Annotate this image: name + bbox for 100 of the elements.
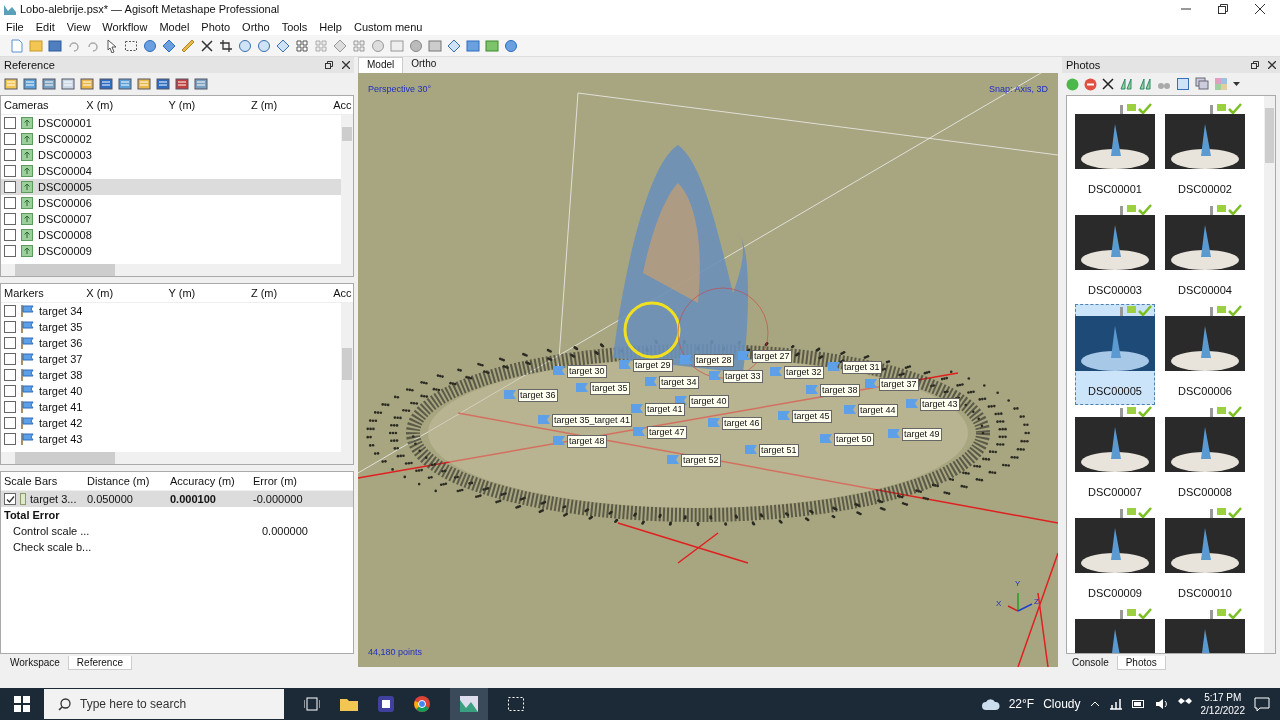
checkbox[interactable] xyxy=(4,133,16,145)
scrollbar-thumb[interactable] xyxy=(342,127,352,141)
marker-flag-icon[interactable] xyxy=(619,360,631,369)
sphere-icon[interactable] xyxy=(409,38,423,53)
column-header[interactable]: Distance (m) xyxy=(84,475,167,487)
windows-start-icon[interactable] xyxy=(14,696,30,712)
table-row[interactable]: target 38 xyxy=(1,367,341,383)
marker-flag-icon[interactable] xyxy=(778,411,790,420)
table-icon[interactable] xyxy=(61,77,75,91)
folder-icon[interactable] xyxy=(340,697,358,711)
column-header[interactable]: Markers xyxy=(1,287,84,299)
tab[interactable]: Console xyxy=(1064,656,1117,669)
checkbox[interactable] xyxy=(4,213,16,225)
speaker-icon[interactable] xyxy=(1154,698,1169,710)
close-icon[interactable] xyxy=(1268,61,1276,69)
network-icon[interactable] xyxy=(1108,698,1123,710)
menu-item[interactable]: Help xyxy=(319,20,342,33)
marker-flag-icon[interactable] xyxy=(576,383,588,392)
table-row[interactable]: target 43 xyxy=(1,431,341,447)
photo-tile[interactable]: DSC00006 xyxy=(1165,304,1245,405)
marker-flag-icon[interactable] xyxy=(631,404,643,413)
table-row[interactable]: DSC00004 xyxy=(1,163,341,179)
table-row[interactable]: DSC00006 xyxy=(1,195,341,211)
table-row[interactable]: DSC00005 xyxy=(1,179,341,195)
snipping-icon[interactable] xyxy=(508,697,524,711)
marker-flag-icon[interactable] xyxy=(820,434,832,443)
table-icon[interactable] xyxy=(156,77,170,91)
tab[interactable]: Model xyxy=(358,57,404,73)
marker-flag-icon[interactable] xyxy=(667,455,679,464)
marker-flag-icon[interactable] xyxy=(553,366,565,375)
menu-item[interactable]: Photo xyxy=(201,20,231,33)
checkbox[interactable] xyxy=(4,401,16,413)
marker-flag-icon[interactable] xyxy=(865,379,877,388)
selection-icon[interactable] xyxy=(124,38,138,53)
tab[interactable]: Ortho xyxy=(403,57,445,73)
table-row[interactable]: DSC00008 xyxy=(1,227,341,243)
menu-item[interactable]: File xyxy=(6,20,24,33)
zoom-in-icon[interactable] xyxy=(238,38,252,53)
table-icon[interactable] xyxy=(175,77,189,91)
table-icon[interactable] xyxy=(118,77,132,91)
marker-flag-icon[interactable] xyxy=(770,367,782,376)
checkbox[interactable] xyxy=(4,337,16,349)
checkbox[interactable] xyxy=(4,117,16,129)
photo-tile[interactable]: DSC00005 xyxy=(1075,304,1155,405)
windows-icon[interactable] xyxy=(1195,77,1209,91)
table-row[interactable]: target 40 xyxy=(1,383,341,399)
check-circle-icon[interactable] xyxy=(1066,77,1079,91)
marker-flag-icon[interactable] xyxy=(538,415,550,424)
column-header[interactable]: Acc xyxy=(330,99,353,111)
marker-flag-icon[interactable] xyxy=(888,429,900,438)
table-row[interactable]: DSC00003 xyxy=(1,147,341,163)
column-header[interactable]: Y (m) xyxy=(165,287,248,299)
table-row[interactable]: DSC00007 xyxy=(1,211,341,227)
table-row[interactable]: target 36 xyxy=(1,335,341,351)
marker-flag-icon[interactable] xyxy=(738,351,750,360)
menu-item[interactable]: View xyxy=(66,20,91,33)
table-row[interactable]: target 35 xyxy=(1,319,341,335)
checkbox[interactable] xyxy=(4,197,16,209)
checkbox[interactable] xyxy=(4,245,16,257)
table-row[interactable]: target 42 xyxy=(1,415,341,431)
marker-flag-icon[interactable] xyxy=(844,405,856,414)
menu-item[interactable]: Custom menu xyxy=(353,20,423,33)
zoom-out-icon[interactable] xyxy=(257,38,271,53)
photo-tile[interactable]: DSC00008 xyxy=(1165,405,1245,506)
scrollbar-thumb[interactable] xyxy=(342,348,352,380)
close-icon[interactable] xyxy=(1102,78,1114,90)
browser-icon[interactable] xyxy=(414,696,430,712)
tab[interactable]: Reference xyxy=(67,656,132,670)
menu-item[interactable]: Workflow xyxy=(102,20,148,33)
close-icon[interactable] xyxy=(1255,4,1265,14)
pointer-icon[interactable] xyxy=(105,38,119,53)
checkbox[interactable] xyxy=(4,369,16,381)
photo-tile[interactable]: DSC00009 xyxy=(1075,506,1155,607)
checkbox[interactable] xyxy=(4,321,16,333)
column-header[interactable]: X (m) xyxy=(83,287,166,299)
marker-flag-icon[interactable] xyxy=(645,377,657,386)
column-header[interactable]: Scale Bars xyxy=(1,475,84,487)
checkbox[interactable] xyxy=(4,305,16,317)
table-icon[interactable] xyxy=(42,77,56,91)
marker-flag-icon[interactable] xyxy=(504,390,516,399)
marker-flag-icon[interactable] xyxy=(708,418,720,427)
maximize-icon[interactable] xyxy=(1218,4,1228,14)
marker-flag-icon[interactable] xyxy=(806,385,818,394)
crop-icon[interactable] xyxy=(219,38,233,53)
menu-item[interactable]: Edit xyxy=(35,20,55,33)
column-header[interactable]: Y (m) xyxy=(165,99,248,111)
menu-item[interactable]: Model xyxy=(159,20,190,33)
shape-icon[interactable] xyxy=(333,38,347,53)
column-header[interactable]: Z (m) xyxy=(247,99,331,111)
checkbox[interactable] xyxy=(4,229,16,241)
checkbox[interactable] xyxy=(4,181,16,193)
marker-flag-icon[interactable] xyxy=(906,399,918,408)
notification-icon[interactable] xyxy=(1254,696,1270,712)
photo-tile[interactable]: DSC00003 xyxy=(1075,203,1155,304)
undock-icon[interactable] xyxy=(325,61,333,69)
column-header[interactable]: Z (m) xyxy=(247,287,331,299)
table-icon[interactable] xyxy=(23,77,37,91)
marker-flag-icon[interactable] xyxy=(828,362,840,371)
checkbox[interactable] xyxy=(4,433,16,445)
close-icon[interactable] xyxy=(342,61,350,69)
